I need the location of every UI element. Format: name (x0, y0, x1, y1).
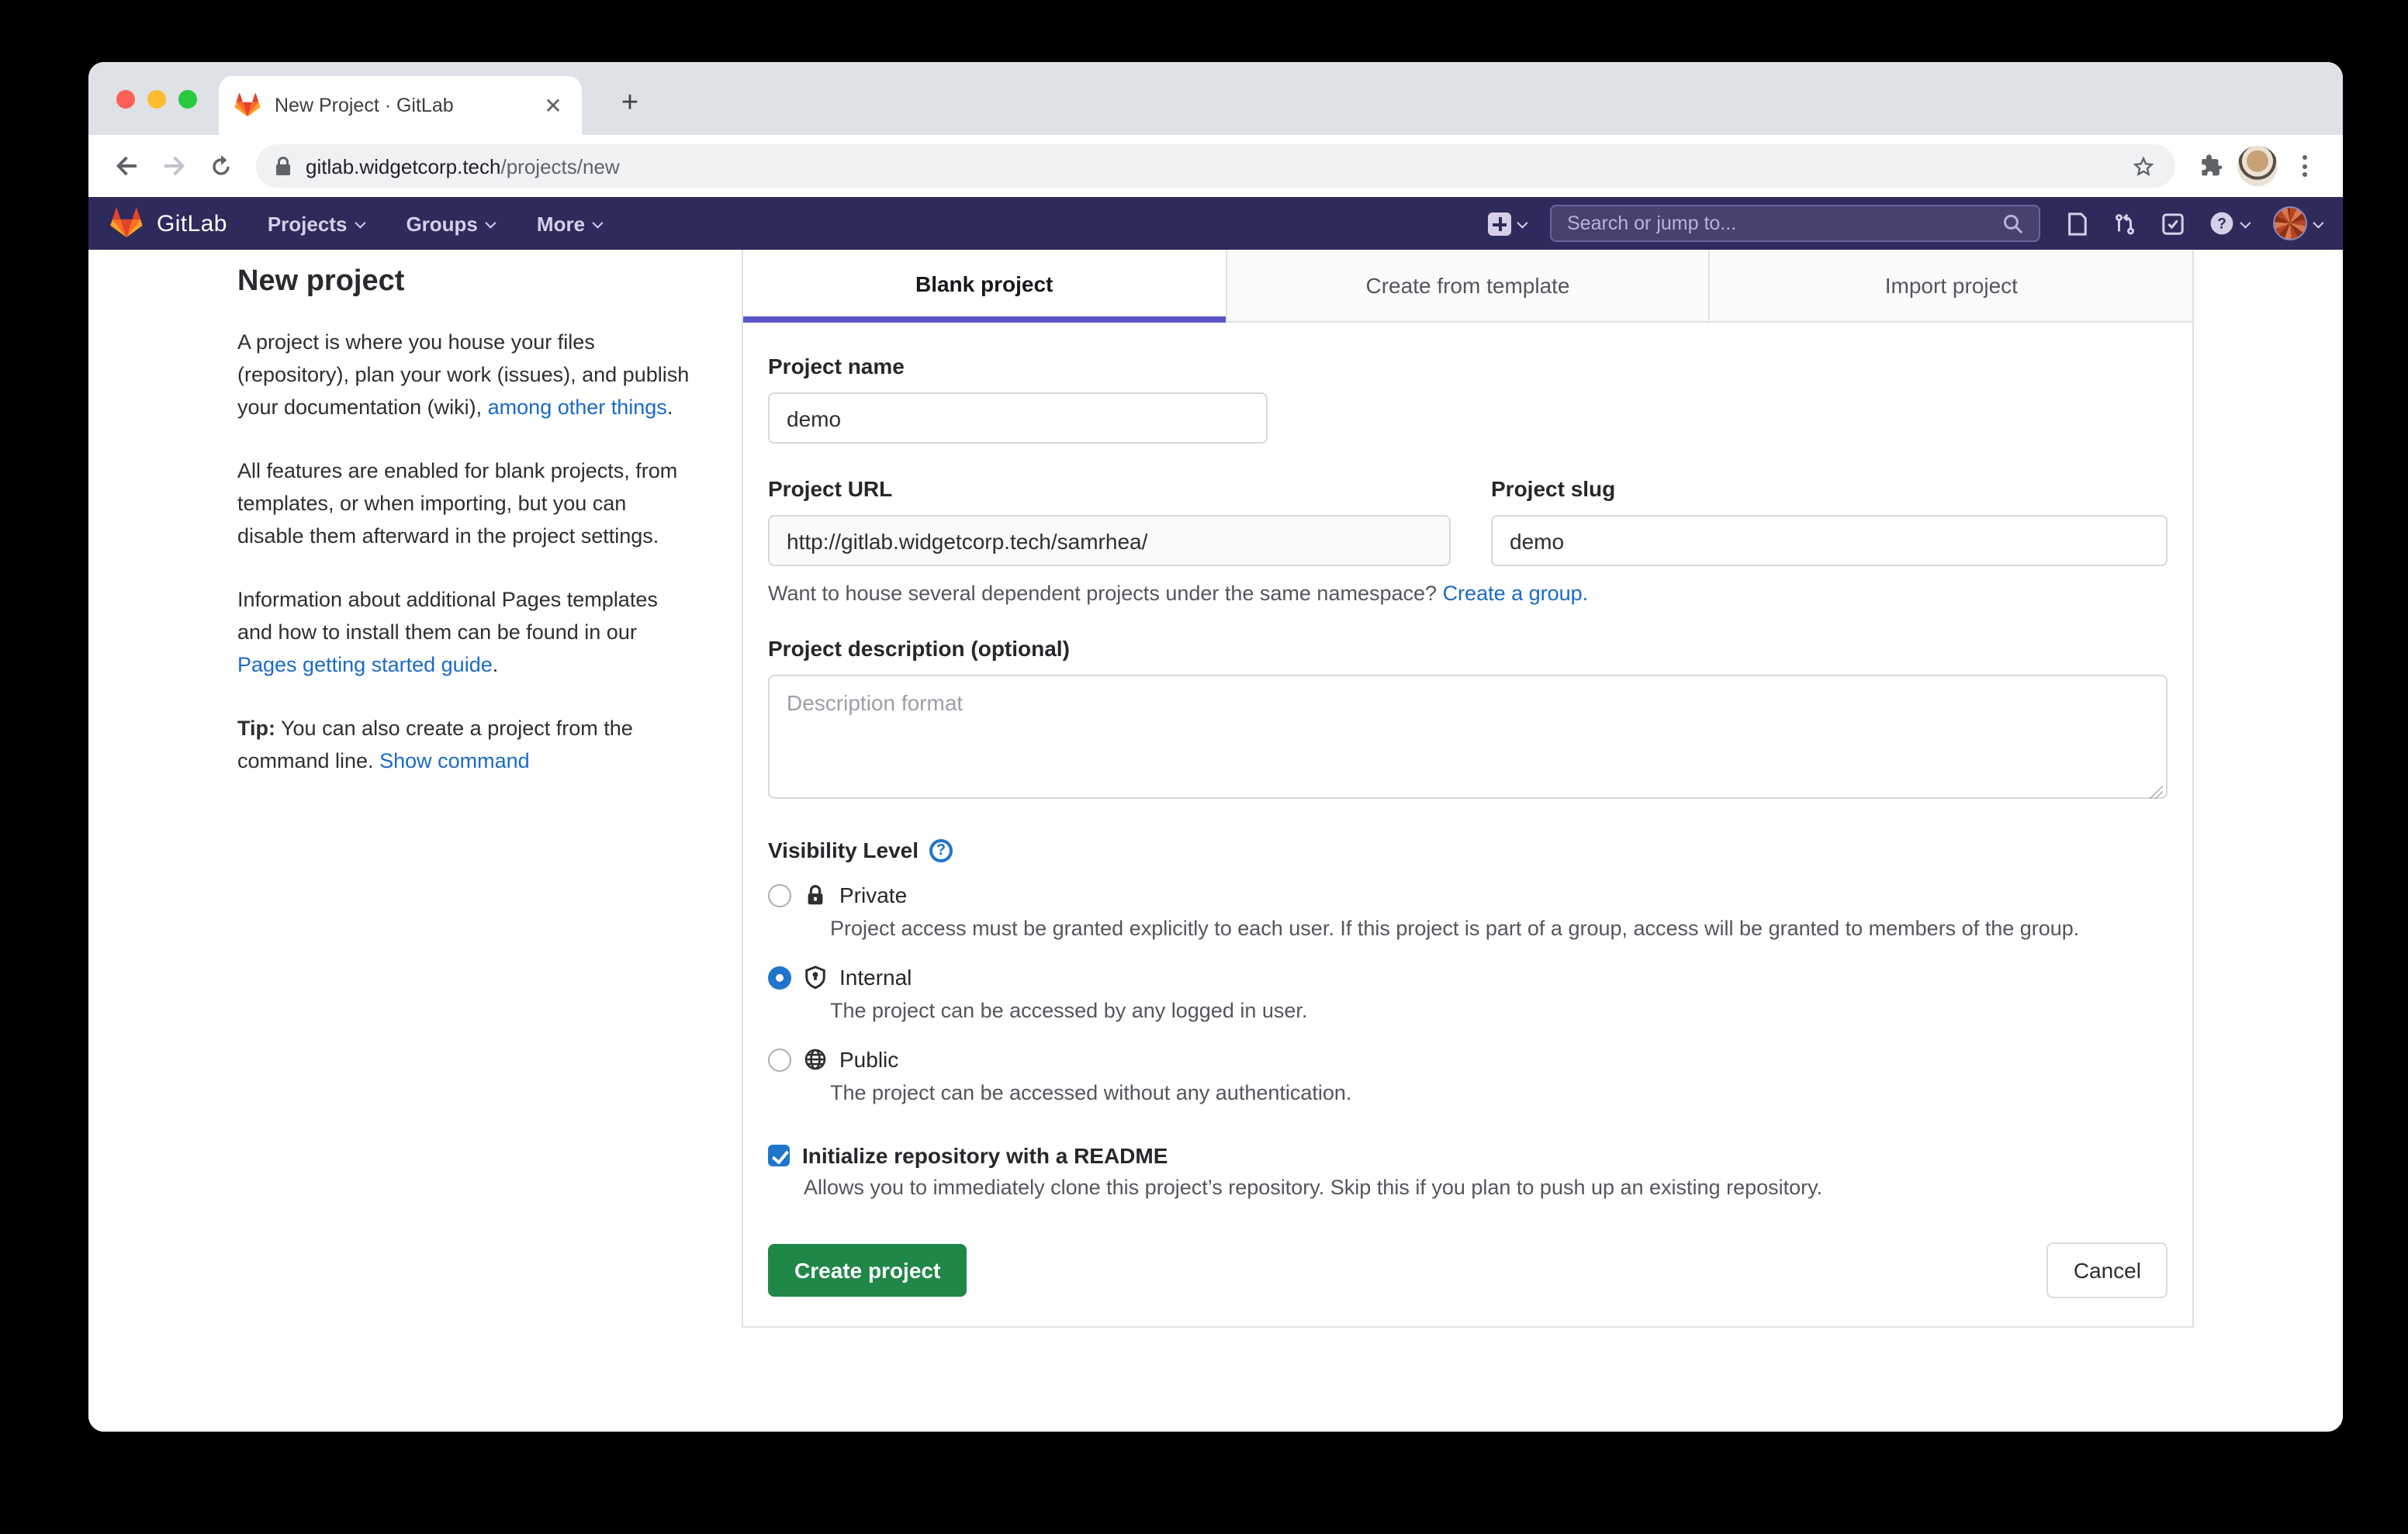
tab-title: New Project · GitLab (275, 95, 540, 116)
project-name-input[interactable] (768, 392, 1268, 444)
intro-paragraph: A project is where you house your files … (237, 326, 690, 423)
pages-paragraph: Information about additional Pages templ… (237, 583, 690, 681)
search-icon (2003, 213, 2023, 233)
browser-tab[interactable]: New Project · GitLab ✕ (219, 76, 582, 135)
features-paragraph: All features are enabled for blank proje… (237, 454, 690, 552)
nav-more-menu[interactable]: More (537, 212, 600, 235)
back-icon[interactable] (107, 146, 147, 186)
tab-create-from-template[interactable]: Create from template (1225, 250, 1708, 323)
help-menu-button[interactable]: ? (2209, 211, 2248, 236)
url-bar[interactable]: gitlab.widgetcorp.tech/projects/new (256, 144, 2175, 188)
help-icon: ? (2209, 211, 2234, 236)
svg-text:?: ? (2217, 216, 2226, 232)
namespace-hint: Want to house several dependent projects… (768, 582, 2168, 605)
create-a-group-link[interactable]: Create a group. (1443, 582, 1589, 605)
new-project-panel: Blank project Create from template Impor… (742, 250, 2194, 1328)
readme-description: Allows you to immediately clone this pro… (804, 1176, 2168, 1199)
visibility-option-internal: Internal The project can be accessed by … (768, 965, 2168, 1027)
url-path: /projects/new (501, 154, 620, 178)
browser-window: New Project · GitLab ✕ + gitlab.widgetco… (88, 62, 2343, 1432)
chevron-down-icon (592, 217, 603, 228)
nav-groups-menu[interactable]: Groups (406, 212, 493, 235)
page-content: New project A project is where you house… (88, 250, 2343, 1432)
visibility-option-private: Private Project access must be granted e… (768, 883, 2168, 945)
gitlab-brand[interactable]: GitLab (157, 210, 227, 237)
readme-label: Initialize repository with a README (802, 1143, 1168, 1168)
merge-requests-icon[interactable] (2113, 212, 2136, 235)
pages-guide-link[interactable]: Pages getting started guide (237, 653, 493, 676)
private-radio[interactable] (768, 883, 791, 907)
tip-paragraph: Tip: You can also create a project from … (237, 712, 690, 777)
browser-profile-avatar[interactable] (2237, 146, 2278, 186)
readme-checkbox[interactable] (768, 1145, 790, 1166)
chevron-down-icon (2240, 217, 2251, 228)
traffic-light-close[interactable] (116, 90, 135, 109)
internal-radio[interactable] (768, 966, 791, 989)
new-menu-button[interactable] (1488, 212, 1525, 235)
nav-projects-menu[interactable]: Projects (268, 212, 363, 235)
create-project-button[interactable]: Create project (768, 1244, 967, 1297)
user-avatar (2273, 206, 2307, 240)
reload-icon[interactable] (200, 146, 240, 186)
plus-square-icon (1488, 212, 1511, 235)
user-menu-button[interactable] (2273, 206, 2321, 240)
bookmark-star-icon[interactable] (2130, 153, 2157, 179)
project-name-label: Project name (768, 354, 2168, 378)
browser-toolbar: gitlab.widgetcorp.tech/projects/new (88, 135, 2343, 197)
gitlab-logo-icon[interactable] (110, 208, 143, 239)
project-type-tabs: Blank project Create from template Impor… (743, 250, 2192, 323)
page-title: New project (237, 265, 690, 299)
lock-icon (804, 883, 827, 907)
search-placeholder: Search or jump to... (1567, 212, 2003, 234)
chevron-down-icon (2313, 217, 2323, 228)
visibility-help-icon[interactable]: ? (929, 838, 953, 862)
page-description-column: New project A project is where you house… (237, 262, 690, 808)
shield-icon (804, 965, 827, 990)
resize-grip-icon[interactable] (2149, 785, 2163, 799)
issues-icon[interactable] (2065, 212, 2088, 235)
extensions-puzzle-icon[interactable] (2191, 146, 2231, 186)
visibility-level-label: Visibility Level (768, 838, 919, 862)
tab-blank-project[interactable]: Blank project (743, 250, 1225, 323)
search-input[interactable]: Search or jump to... (1550, 205, 2040, 242)
todos-icon[interactable] (2161, 212, 2185, 235)
cancel-button[interactable]: Cancel (2047, 1242, 2168, 1298)
browser-menu-icon[interactable] (2284, 146, 2324, 186)
url-host: gitlab.widgetcorp.tech (306, 154, 501, 178)
project-slug-input[interactable] (1491, 515, 2168, 566)
project-url-input[interactable] (768, 515, 1451, 566)
chevron-down-icon (1517, 217, 1527, 228)
project-url-label: Project URL (768, 476, 1451, 501)
among-other-things-link[interactable]: among other things (488, 396, 667, 419)
gitlab-favicon-icon (234, 93, 261, 118)
secure-lock-icon[interactable] (275, 156, 292, 176)
tab-close-icon[interactable]: ✕ (540, 92, 566, 119)
traffic-light-minimize[interactable] (147, 90, 166, 109)
tab-import-project[interactable]: Import project (1709, 250, 2192, 323)
project-description-textarea[interactable] (768, 675, 2168, 799)
forward-icon[interactable] (154, 146, 194, 186)
readme-section: Initialize repository with a README Allo… (768, 1143, 2168, 1199)
globe-icon (804, 1047, 827, 1072)
project-slug-label: Project slug (1491, 476, 2168, 501)
visibility-option-public: Public The project can be accessed witho… (768, 1047, 2168, 1109)
project-description-label: Project description (optional) (768, 636, 2168, 661)
traffic-light-zoom[interactable] (178, 90, 197, 109)
public-radio[interactable] (768, 1048, 791, 1071)
chevron-down-icon (485, 217, 496, 228)
show-command-link[interactable]: Show command (379, 749, 530, 772)
blank-project-form: Project name Project URL Project slug Wa… (743, 323, 2192, 1326)
new-tab-button[interactable]: + (610, 84, 650, 124)
gitlab-navbar: GitLab Projects Groups More Search or ju… (88, 197, 2343, 250)
chevron-down-icon (355, 217, 365, 228)
browser-tabstrip: New Project · GitLab ✕ + (88, 62, 2343, 135)
